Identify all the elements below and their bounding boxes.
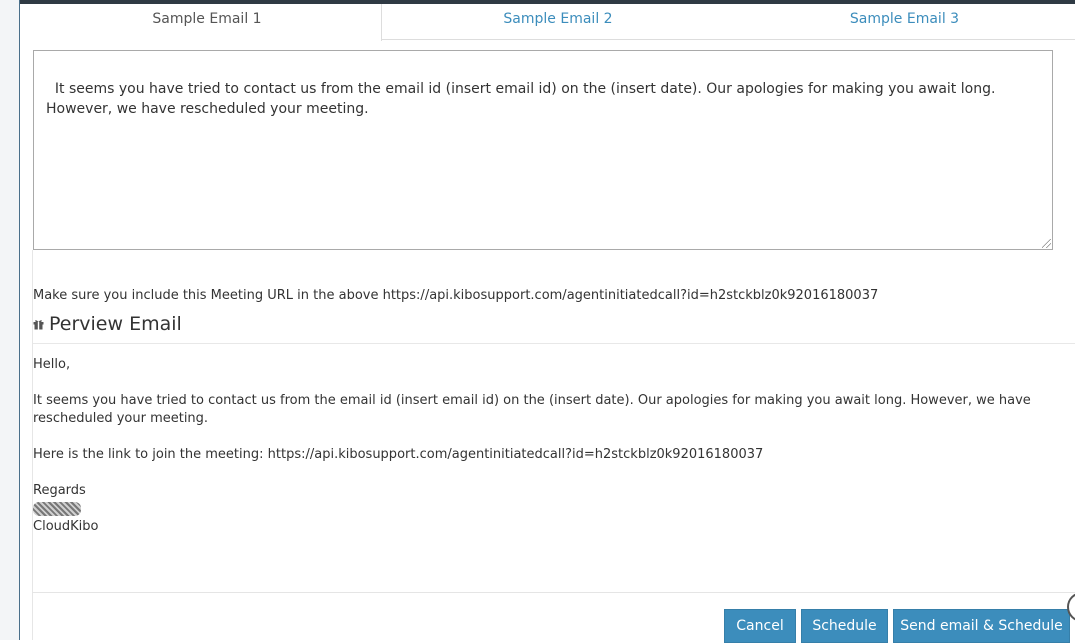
gift-icon (33, 320, 44, 330)
preview-regards: Regards (33, 483, 86, 498)
schedule-button[interactable]: Schedule (801, 609, 888, 643)
left-sidebar-rail (0, 0, 20, 640)
email-body-textarea[interactable]: It seems you have tried to contact us fr… (33, 50, 1053, 250)
preview-body-text: It seems you have tried to contact us fr… (33, 393, 1031, 426)
email-template-tabs: Sample Email 1 Sample Email 2 Sample Ema… (33, 4, 1075, 41)
preview-header: Perview Email (33, 312, 1075, 344)
resize-grip-icon[interactable] (1042, 239, 1051, 248)
tab-sample-email-2[interactable]: Sample Email 2 (382, 4, 734, 40)
footer-divider (32, 592, 1075, 593)
meeting-url-hint: Make sure you include this Meeting URL i… (33, 288, 879, 303)
preview-title: Perview Email (49, 313, 182, 335)
email-preview: Hello, It seems you have tried to contac… (33, 356, 1063, 536)
preview-link-line: Here is the link to join the meeting: ht… (33, 447, 764, 462)
preview-greeting: Hello, (33, 357, 71, 372)
send-email-schedule-button[interactable]: Send email & Schedule (893, 609, 1070, 643)
email-body-text: It seems you have tried to contact us fr… (46, 81, 996, 117)
cancel-button[interactable]: Cancel (724, 609, 796, 643)
tab-sample-email-3[interactable]: Sample Email 3 (734, 4, 1075, 40)
signature-image (33, 502, 81, 516)
preview-company: CloudKibo (33, 519, 99, 534)
tab-sample-email-1[interactable]: Sample Email 1 (33, 4, 382, 41)
